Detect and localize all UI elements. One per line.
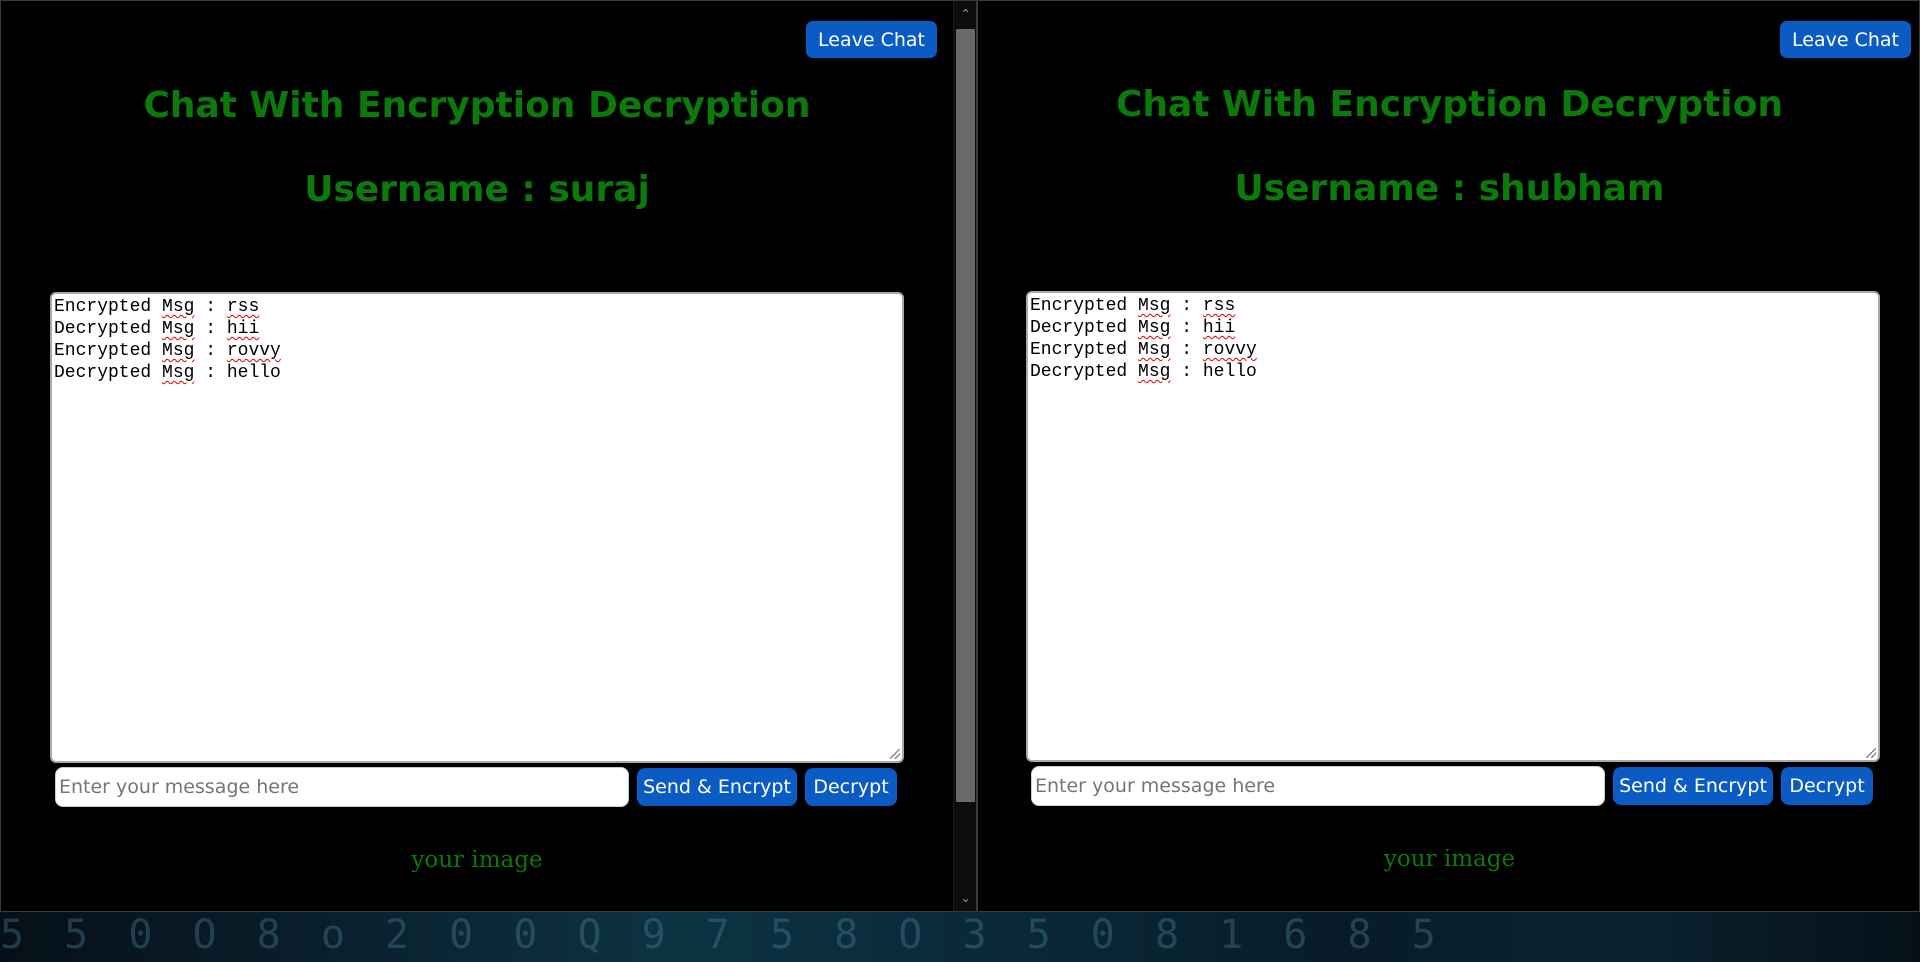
chat-line: Decrypted Msg : hii — [54, 319, 260, 339]
desktop-wallpaper: 5 5 0 O 8 o 2 0 0 Q 9 7 5 8 O 3 5 0 8 1 … — [0, 912, 1920, 962]
chat-line: Encrypted Msg : rovvy — [1030, 340, 1257, 360]
chevron-down-icon[interactable]: ⌄ — [954, 889, 976, 907]
image-placeholder: your image — [1383, 846, 1516, 872]
chat-line: Encrypted Msg : rss — [1030, 296, 1236, 316]
chat-page: Leave Chat Chat With Encryption Decrypti… — [978, 1, 1919, 911]
chat-line: Encrypted Msg : rovvy — [54, 341, 281, 361]
browser-window-shubham: Leave Chat Chat With Encryption Decrypti… — [977, 0, 1920, 912]
chat-line: Decrypted Msg : hello — [54, 363, 281, 383]
browser-window-suraj: Leave Chat Chat With Encryption Decrypti… — [0, 0, 977, 912]
chat-line: Decrypted Msg : hii — [1030, 318, 1236, 338]
chat-log-textarea[interactable]: Encrypted Msg : rss Decrypted Msg : hii … — [1026, 291, 1880, 762]
wallpaper-glyphs: 5 5 0 O 8 o 2 0 0 Q 9 7 5 8 O 3 5 0 8 1 … — [0, 912, 1444, 958]
message-input[interactable] — [1031, 766, 1605, 806]
page-title: Chat With Encryption Decryption — [143, 85, 811, 126]
chat-log-textarea[interactable]: Encrypted Msg : rss Decrypted Msg : hii … — [50, 292, 904, 763]
decrypt-button[interactable]: Decrypt — [1781, 767, 1873, 805]
image-placeholder: your image — [411, 847, 543, 873]
chevron-up-icon[interactable]: ⌃ — [954, 5, 976, 23]
username-heading: Username : shubham — [1234, 168, 1665, 209]
username-heading: Username : suraj — [304, 169, 650, 210]
vertical-scrollbar[interactable]: ⌃ ⌄ — [953, 1, 976, 911]
chat-page: Leave Chat Chat With Encryption Decrypti… — [1, 1, 953, 911]
scrollbar-thumb[interactable] — [956, 29, 975, 802]
desktop: 5 5 0 O 8 o 2 0 0 Q 9 7 5 8 O 3 5 0 8 1 … — [0, 0, 1920, 962]
resize-grip-icon[interactable] — [1866, 748, 1876, 758]
page-title: Chat With Encryption Decryption — [1115, 84, 1784, 125]
send-encrypt-button[interactable]: Send & Encrypt — [1613, 767, 1773, 805]
message-input[interactable] — [55, 767, 629, 807]
leave-chat-button[interactable]: Leave Chat — [806, 21, 937, 58]
decrypt-button[interactable]: Decrypt — [805, 768, 897, 806]
send-encrypt-button[interactable]: Send & Encrypt — [637, 768, 797, 806]
chat-line: Decrypted Msg : hello — [1030, 362, 1257, 382]
resize-grip-icon[interactable] — [890, 749, 900, 759]
leave-chat-button[interactable]: Leave Chat — [1780, 21, 1911, 58]
chat-line: Encrypted Msg : rss — [54, 297, 260, 317]
